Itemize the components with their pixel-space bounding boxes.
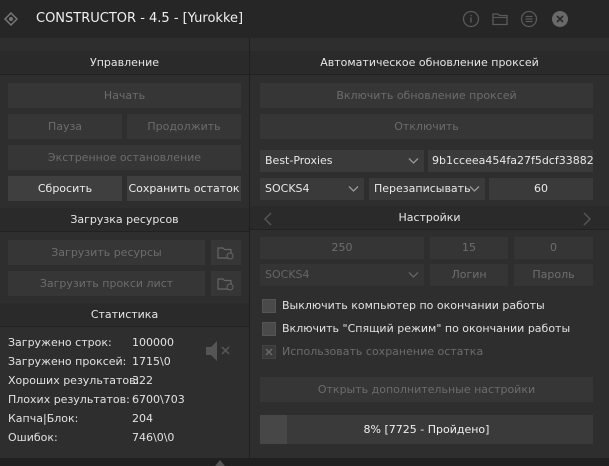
control-header: Управление	[0, 51, 249, 75]
menu-icon[interactable]	[520, 10, 538, 28]
chevron-down-icon	[408, 158, 419, 164]
stat-value: 204	[132, 412, 153, 425]
stat-value: 746\0\0	[132, 431, 175, 444]
folder-open-icon	[217, 277, 234, 290]
browse-proxy-list-button[interactable]	[211, 271, 241, 296]
stat-label: Загружено строк:	[8, 336, 112, 349]
progress-text: 8% [7725 - Пройдено]	[363, 423, 490, 436]
folder-icon[interactable]	[491, 10, 509, 28]
triangle-icon	[215, 460, 225, 466]
update-mode-value: Перезаписывать	[374, 182, 471, 195]
app-logo-icon	[4, 12, 18, 26]
chevron-down-icon	[408, 272, 419, 278]
settings-proxy-type-value: SOCKS4	[265, 268, 310, 281]
api-key-input[interactable]: 9b1cceea454fa27f5dcf33882cf5	[428, 150, 593, 172]
load-proxy-list-button[interactable]: Загрузить прокси лист	[8, 271, 205, 296]
stat-value: 1715\0	[132, 355, 171, 368]
chevron-down-icon	[469, 186, 480, 192]
stat-value: 6700\703	[132, 393, 185, 406]
progress-bar: 8% [7725 - Пройдено]	[260, 415, 593, 444]
proxy-type-select[interactable]: SOCKS4	[260, 178, 364, 200]
provider-select[interactable]: Best-Proxies	[260, 150, 424, 172]
folder-open-icon	[217, 246, 234, 259]
save-remainder-checkbox[interactable]	[262, 345, 276, 359]
close-icon[interactable]	[551, 10, 569, 28]
proxy-password-input[interactable]: Пароль	[514, 264, 593, 286]
title-bar: CONSTRUCTOR - 4.5 - [Yurokke]	[0, 0, 609, 38]
provider-value: Best-Proxies	[265, 154, 333, 167]
pause-button[interactable]: Пауза	[8, 114, 122, 139]
settings-header: Настройки	[250, 206, 609, 230]
open-more-settings-button[interactable]: Открыть дополнительные настройки	[260, 377, 593, 402]
resume-button[interactable]: Продолжить	[127, 114, 241, 139]
chevron-right-icon[interactable]	[582, 212, 592, 226]
stat-value: 322	[132, 374, 153, 387]
proxy-login-input[interactable]: Логин	[430, 264, 508, 286]
reset-button[interactable]: Сбросить	[8, 176, 122, 201]
speaker-muted-icon[interactable]	[204, 338, 234, 364]
settings-proxy-type-select[interactable]: SOCKS4	[260, 264, 424, 286]
disable-proxy-update-button[interactable]: Отключить	[260, 114, 593, 139]
timeout-input[interactable]: 15	[430, 237, 508, 259]
save-remainder-option[interactable]: Использовать сохранение остатка	[262, 345, 582, 361]
stat-label: Хороших результатов:	[8, 374, 140, 387]
stat-label: Капча|Блок:	[8, 412, 79, 425]
stat-label: Плохих результатов:	[8, 393, 130, 406]
save-remainder-button[interactable]: Сохранить остаток	[127, 176, 241, 201]
bottom-strip	[0, 458, 609, 466]
panel-divider	[249, 38, 250, 466]
window-title: CONSTRUCTOR - 4.5 - [Yurokke]	[36, 11, 244, 26]
save-remainder-label: Использовать сохранение остатка	[282, 345, 484, 358]
sleep-label: Включить "Спящий режим" по окончании раб…	[282, 322, 571, 335]
sleep-checkbox[interactable]	[262, 322, 276, 336]
resources-header: Загрузка ресурсов	[0, 208, 249, 232]
start-button[interactable]: Начать	[8, 83, 241, 108]
update-interval-input[interactable]: 60	[489, 178, 593, 200]
chevron-left-icon[interactable]	[263, 212, 273, 226]
load-resources-button[interactable]: Загрузить ресурсы	[8, 240, 205, 265]
shutdown-label: Выключить компьютер по окончании работы	[282, 299, 545, 312]
chevron-down-icon	[348, 186, 359, 192]
browse-resources-button[interactable]	[211, 240, 241, 265]
stats-header: Статистика	[0, 303, 249, 327]
stat-label: Загружено проксей:	[8, 355, 127, 368]
stat-value: 100000	[132, 336, 174, 349]
info-icon[interactable]	[462, 10, 480, 28]
retries-input[interactable]: 0	[514, 237, 593, 259]
enable-proxy-update-button[interactable]: Включить обновление проксей	[260, 83, 593, 108]
shutdown-option[interactable]: Выключить компьютер по окончании работы	[262, 299, 582, 315]
shutdown-checkbox[interactable]	[262, 299, 276, 313]
sleep-option[interactable]: Включить "Спящий режим" по окончании раб…	[262, 322, 582, 338]
threads-input[interactable]: 250	[260, 237, 424, 259]
proxy-type-value: SOCKS4	[265, 182, 310, 195]
stat-label: Ошибок:	[8, 431, 58, 444]
emergency-stop-button[interactable]: Экстренное остановление	[8, 145, 241, 170]
proxy-update-header: Автоматическое обновление проксей	[250, 51, 609, 75]
check-mark-icon	[265, 348, 273, 356]
update-mode-select[interactable]: Перезаписывать	[369, 178, 485, 200]
